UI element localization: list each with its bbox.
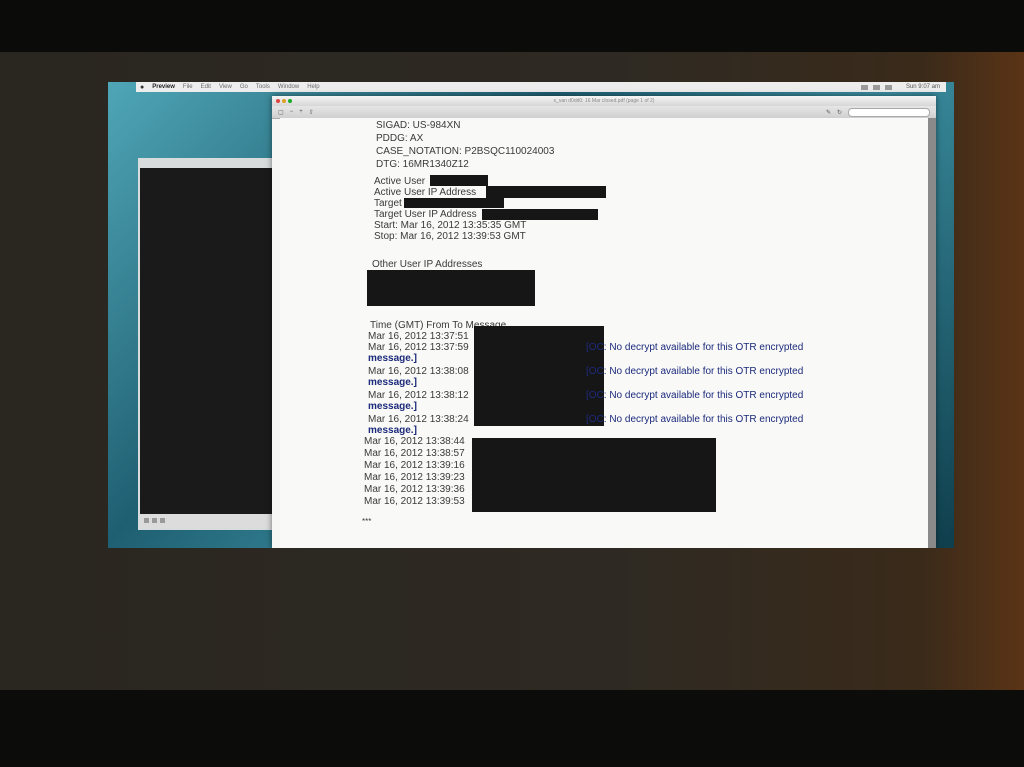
- background-window-statusbar: [140, 514, 288, 528]
- redaction-active-user-ip: [486, 186, 606, 198]
- redaction-target-user: [404, 198, 504, 208]
- table-row: Mar 16, 2012 13:37:59: [368, 342, 469, 353]
- menu-bar: ● Preview File Edit View Go Tools Window…: [136, 82, 946, 92]
- other-ips-label: Other User IP Addresses: [372, 259, 483, 270]
- menu-clock[interactable]: Sun 9:07 am: [906, 84, 946, 90]
- redaction-active-user: [430, 175, 488, 186]
- otr-message-1-end: message.]: [368, 353, 417, 364]
- wifi-icon[interactable]: [860, 84, 868, 90]
- otr-message-2-end: message.]: [368, 377, 417, 388]
- window-scrollbar[interactable]: [928, 118, 936, 548]
- otr-message-4-end: message.]: [368, 425, 417, 436]
- pddg-line: PDDG: AX: [376, 133, 424, 144]
- menu-app-name[interactable]: Preview: [152, 84, 175, 90]
- rotate-icon[interactable]: ↻: [837, 109, 842, 116]
- table-row: Mar 16, 2012 13:38:24: [368, 414, 469, 425]
- menu-tools[interactable]: Tools: [256, 84, 270, 90]
- redaction-target-user-ip: [482, 209, 598, 220]
- table-row: Mar 16, 2012 13:37:51: [368, 331, 469, 342]
- preview-window[interactable]: s_van d0dd0: 16 Mar closed.pdf (page 1 o…: [272, 96, 936, 548]
- header-block: SIGAD: US-984XN PDDG: AX CASE_NOTATION: …: [376, 120, 554, 170]
- start-time: Start: Mar 16, 2012 13:35:35 GMT: [374, 220, 527, 231]
- annotate-icon[interactable]: ✎: [826, 109, 831, 116]
- menu-window[interactable]: Window: [278, 84, 299, 90]
- otr-message-4: [OC: No decrypt available for this OTR e…: [586, 414, 804, 425]
- status-tray: [860, 84, 898, 90]
- table-row: Mar 16, 2012 13:39:36: [364, 484, 465, 495]
- document-page: SIGAD: US-984XN PDDG: AX CASE_NOTATION: …: [280, 118, 928, 548]
- otr-message-1: [OC: No decrypt available for this OTR e…: [586, 342, 804, 353]
- room-top-dark: [0, 0, 1024, 52]
- sidebar-toggle-icon[interactable]: ▢: [278, 109, 284, 116]
- table-row: Mar 16, 2012 13:39:16: [364, 460, 465, 471]
- battery-icon[interactable]: [884, 84, 892, 90]
- table-row: Mar 16, 2012 13:38:44: [364, 436, 465, 447]
- share-icon[interactable]: ⇧: [309, 109, 314, 116]
- redaction-messages-top: [474, 326, 604, 426]
- redaction-other-ips: [367, 270, 535, 306]
- stop-time: Stop: Mar 16, 2012 13:39:53 GMT: [374, 231, 526, 242]
- zoom-icon[interactable]: [288, 99, 292, 103]
- menu-go[interactable]: Go: [240, 84, 248, 90]
- search-input[interactable]: [848, 107, 930, 117]
- menu-help[interactable]: Help: [307, 84, 319, 90]
- table-row: Mar 16, 2012 13:38:57: [364, 448, 465, 459]
- table-row: Mar 16, 2012 13:39:23: [364, 472, 465, 483]
- window-title: s_van d0dd0: 16 Mar closed.pdf (page 1 o…: [553, 98, 655, 104]
- table-row: Mar 16, 2012 13:38:08: [368, 366, 469, 377]
- zoom-out-icon[interactable]: −: [290, 109, 294, 115]
- volume-icon[interactable]: [872, 84, 880, 90]
- nav-home-icon[interactable]: [160, 518, 165, 523]
- otr-message-3-end: message.]: [368, 401, 417, 412]
- table-row: Mar 16, 2012 13:38:12: [368, 390, 469, 401]
- menu-view[interactable]: View: [219, 84, 232, 90]
- apple-icon[interactable]: ●: [140, 84, 144, 91]
- redaction-messages-bottom: [472, 438, 716, 512]
- menu-file[interactable]: File: [183, 84, 193, 90]
- close-icon[interactable]: [276, 99, 280, 103]
- sigad-line: SIGAD: US-984XN: [376, 120, 461, 131]
- menu-edit[interactable]: Edit: [201, 84, 211, 90]
- case-notation-line: CASE_NOTATION: P2BSQC110024003: [376, 146, 555, 157]
- window-titlebar[interactable]: s_van d0dd0: 16 Mar closed.pdf (page 1 o…: [272, 96, 936, 106]
- otr-message-3: [OC: No decrypt available for this OTR e…: [586, 390, 804, 401]
- desktop: ● Preview File Edit View Go Tools Window…: [108, 82, 954, 548]
- minimize-icon[interactable]: [282, 99, 286, 103]
- background-window[interactable]: [138, 158, 290, 530]
- nav-back-icon[interactable]: [144, 518, 149, 523]
- room-bottom-dark: [0, 690, 1024, 767]
- table-row: Mar 16, 2012 13:39:53: [364, 496, 465, 507]
- zoom-in-icon[interactable]: +: [299, 109, 303, 115]
- otr-message-2: [OC: No decrypt available for this OTR e…: [586, 366, 804, 377]
- message-table-tail: Mar 16, 2012 13:38:44 Mar 16, 2012 13:38…: [364, 436, 465, 507]
- document-footer: ***: [362, 517, 372, 526]
- dtg-line: DTG: 16MR1340Z12: [376, 159, 469, 170]
- nav-forward-icon[interactable]: [152, 518, 157, 523]
